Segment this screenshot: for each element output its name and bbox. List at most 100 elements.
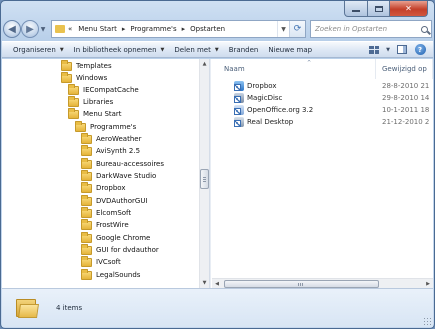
chevron-down-icon: ▼ — [59, 46, 64, 53]
column-name[interactable]: Naam — [212, 59, 376, 79]
burn-button[interactable]: Branden — [224, 46, 264, 54]
breadcrumb-overflow[interactable]: « — [68, 25, 75, 33]
chevron-down-icon: ▼ — [386, 46, 390, 53]
scroll-down-icon[interactable]: ▼ — [200, 278, 209, 288]
back-button[interactable]: ◀ — [3, 20, 21, 38]
breadcrumb-opstarten[interactable]: Opstarten — [187, 25, 228, 33]
folder-icon — [75, 120, 86, 132]
folder-icon — [81, 218, 92, 230]
file-list-scrollbar[interactable]: ◀ ▶ — [212, 278, 433, 288]
help-button[interactable]: ? — [411, 43, 429, 57]
folder-icon — [81, 206, 92, 218]
tree-item-label: Bureau-accessoires — [96, 160, 165, 168]
tree-item-ivcsoft[interactable]: IVCsoft — [81, 255, 121, 268]
tree-item-label: Menu Start — [83, 110, 122, 118]
folder-icon — [81, 144, 92, 156]
folder-icon — [81, 132, 92, 144]
forward-button[interactable]: ▶ — [21, 20, 39, 38]
tree-item-bureau-accessoires[interactable]: Bureau-accessoires — [81, 157, 165, 170]
folder-icon — [81, 255, 92, 267]
folder-tree: Templates Windows IECompatCache Librarie… — [2, 59, 199, 288]
scroll-right-icon[interactable]: ▶ — [423, 279, 433, 288]
share-with-label: Delen met — [174, 45, 211, 54]
file-date: 21-12-2010 2 — [382, 118, 430, 126]
preview-pane-button[interactable] — [393, 43, 411, 57]
tree-item-label: IVCsoft — [96, 258, 121, 266]
realdesktop-shortcut-icon — [234, 117, 244, 127]
refresh-button[interactable]: ⟳ — [289, 21, 305, 37]
minimize-button[interactable] — [344, 1, 368, 17]
new-folder-label: Nieuwe map — [268, 45, 313, 54]
tree-item-label: Dropbox — [96, 184, 126, 192]
view-options-dropdown[interactable]: ▼ — [383, 43, 393, 57]
close-button[interactable]: ✕ — [390, 1, 428, 17]
folder-icon — [81, 181, 92, 193]
folder-icon — [81, 243, 92, 255]
refresh-icon: ⟳ — [293, 24, 302, 34]
tree-item-iecompatcache[interactable]: IECompatCache — [68, 83, 139, 96]
tree-item-label: Windows — [76, 74, 108, 82]
tree-item-windows[interactable]: Windows — [61, 71, 108, 84]
tree-item-label: AviSynth 2.5 — [96, 147, 141, 155]
tree-item-libraries[interactable]: Libraries — [68, 95, 113, 108]
search-placeholder: Zoeken in Opstarten — [315, 25, 388, 33]
tree-item-google-chrome[interactable]: Google Chrome — [81, 231, 150, 244]
magicdisc-shortcut-icon — [234, 93, 244, 103]
close-icon: ✕ — [405, 4, 412, 13]
tree-item-programmes[interactable]: Programme's — [75, 120, 136, 133]
maximize-icon — [374, 5, 383, 12]
file-list: Naam Gewijzigd op ^ Dropbox 28-8-2010 21… — [212, 59, 433, 288]
chevron-down-icon: ▼ — [214, 46, 219, 53]
file-row[interactable]: Real Desktop 21-12-2010 2 — [212, 116, 433, 128]
tree-item-gui-for-dvdauthor[interactable]: GUI for dvdauthor — [81, 243, 159, 256]
tree-item-dropbox[interactable]: Dropbox — [81, 181, 126, 194]
organize-button[interactable]: Organiseren ▼ — [8, 46, 69, 54]
scroll-left-icon[interactable]: ◀ — [212, 279, 222, 288]
recent-pages-dropdown[interactable]: ▼ — [39, 26, 47, 33]
search-icon[interactable] — [417, 21, 431, 37]
tree-item-label: LegalSounds — [96, 271, 141, 279]
address-history-dropdown[interactable]: ▼ — [277, 21, 289, 37]
explorer-window: ✕ ◀ ▶ ▼ « Menu Start ▸ Programme's ▸ Ops… — [0, 0, 435, 329]
search-input[interactable]: Zoeken in Opstarten — [310, 20, 432, 38]
tree-item-menu-start[interactable]: Menu Start — [68, 107, 122, 120]
breadcrumb-menu-start[interactable]: Menu Start — [75, 25, 120, 33]
burn-label: Branden — [228, 45, 259, 54]
back-arrow-icon: ◀ — [8, 23, 16, 35]
navigation-row: ◀ ▶ ▼ « Menu Start ▸ Programme's ▸ Opsta… — [3, 18, 432, 40]
include-in-library-button[interactable]: In bibliotheek opnemen ▼ — [69, 46, 170, 54]
scroll-up-icon[interactable]: ▲ — [200, 59, 209, 69]
file-row[interactable]: OpenOffice.org 3.2 10-1-2011 18 — [212, 104, 433, 116]
tree-item-legalsounds[interactable]: LegalSounds — [81, 268, 141, 281]
navigation-pane-scrollbar[interactable]: ▲ ▼ — [199, 59, 209, 288]
file-date: 10-1-2011 18 — [382, 106, 430, 114]
file-date: 29-8-2010 14 — [382, 94, 430, 102]
change-view-button[interactable] — [365, 43, 383, 57]
pane-splitter[interactable] — [209, 59, 211, 288]
file-row[interactable]: Dropbox 28-8-2010 21 — [212, 80, 433, 92]
maximize-button[interactable] — [368, 1, 390, 17]
folder-icon — [16, 297, 39, 319]
resize-grip-icon[interactable] — [423, 317, 431, 325]
sort-caret-icon: ^ — [307, 60, 312, 66]
scrollbar-thumb[interactable] — [200, 169, 209, 189]
tree-item-templates[interactable]: Templates — [61, 59, 112, 72]
tree-item-elcomsoft[interactable]: ElcomSoft — [81, 206, 131, 219]
address-bar[interactable]: « Menu Start ▸ Programme's ▸ Opstarten ▼… — [51, 20, 306, 38]
tree-item-frostwire[interactable]: FrostWire — [81, 218, 129, 231]
tree-item-dvdauthorgui[interactable]: DVDAuthorGUI — [81, 194, 148, 207]
breadcrumb-separator-icon[interactable]: ▸ — [180, 25, 188, 33]
column-date-modified[interactable]: Gewijzigd op — [376, 59, 433, 79]
breadcrumb-programmes[interactable]: Programme's — [127, 25, 179, 33]
file-name: Dropbox — [247, 82, 277, 90]
tree-item-aeroweather[interactable]: AeroWeather — [81, 132, 141, 145]
share-with-button[interactable]: Delen met ▼ — [169, 46, 223, 54]
file-row[interactable]: MagicDisc 29-8-2010 14 — [212, 92, 433, 104]
breadcrumb-separator-icon[interactable]: ▸ — [120, 25, 128, 33]
tree-item-darkwave-studio[interactable]: DarkWave Studio — [81, 169, 156, 182]
dropbox-shortcut-icon — [234, 81, 244, 91]
new-folder-button[interactable]: Nieuwe map — [263, 46, 317, 54]
folder-icon — [55, 25, 65, 33]
tree-item-avisynth[interactable]: AviSynth 2.5 — [81, 144, 141, 157]
scrollbar-thumb[interactable] — [224, 280, 379, 288]
